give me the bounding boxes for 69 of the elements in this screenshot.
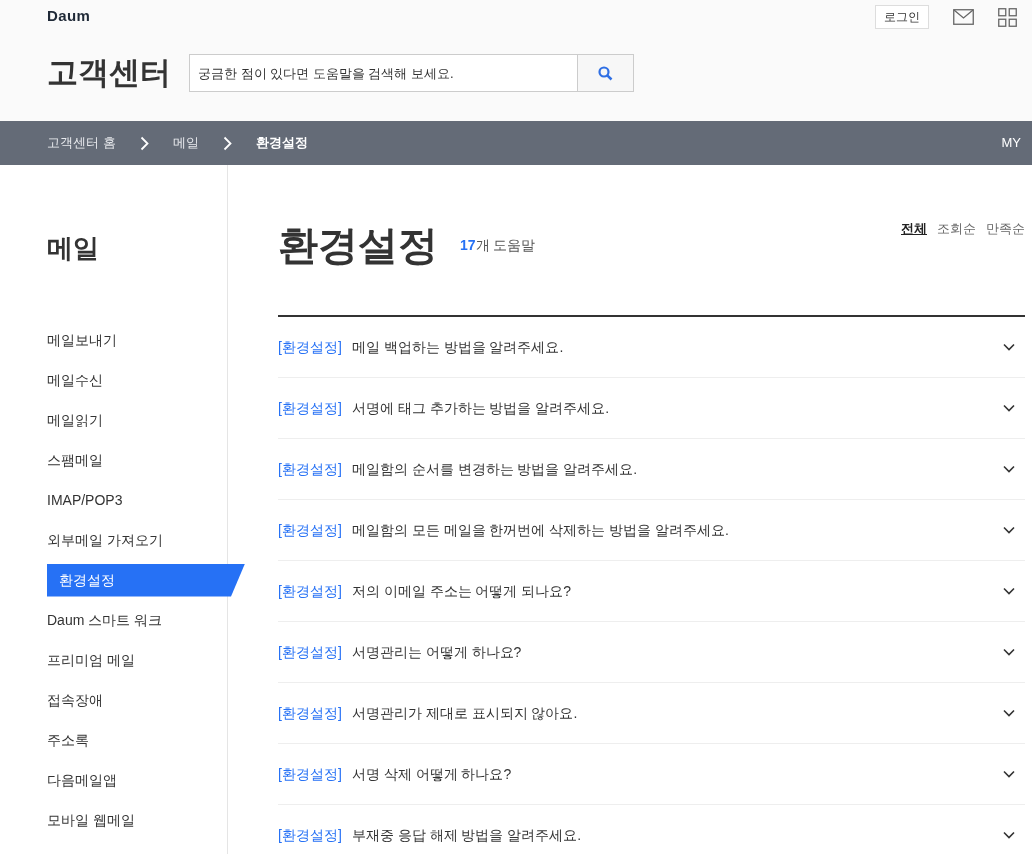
faq-question: 부재중 응답 해제 방법을 알려주세요.	[351, 825, 582, 845]
faq-row[interactable]: [환경설정] 메일 백업하는 방법을 알려주세요.	[278, 317, 1025, 378]
faq-question: 서명에 태그 추가하는 방법을 알려주세요.	[351, 398, 610, 418]
faq-question: 서명 삭제 어떻게 하나요?	[351, 764, 512, 784]
chevron-down-icon	[1003, 343, 1015, 351]
faq-row[interactable]: [환경설정] 저의 이메일 주소는 어떻게 되나요?	[278, 561, 1025, 622]
sidebar-item[interactable]: 메일읽기	[47, 400, 227, 440]
faq-category: [환경설정]	[278, 459, 342, 479]
sidebar-item[interactable]: 메일수신	[47, 360, 227, 400]
faq-category: [환경설정]	[278, 398, 342, 418]
chevron-down-icon	[1003, 831, 1015, 839]
sidebar-title: 메일	[47, 232, 100, 265]
faq-question: 서명관리는 어떻게 하나요?	[351, 642, 522, 662]
faq-category: [환경설정]	[278, 337, 342, 357]
chevron-down-icon	[1003, 709, 1015, 717]
faq-category: [환경설정]	[278, 581, 342, 601]
breadcrumb-link[interactable]: 고객센터 홈	[47, 133, 116, 153]
logo[interactable]: Daum	[47, 5, 91, 28]
sidebar-item[interactable]: 주소록	[47, 720, 227, 760]
faq-category: [환경설정]	[278, 825, 342, 845]
sidebar-item[interactable]: 접속장애	[47, 680, 227, 720]
sidebar-item[interactable]: 다음메일앱	[47, 760, 227, 800]
chevron-down-icon	[1003, 648, 1015, 656]
faq-question: 메일 백업하는 방법을 알려주세요.	[351, 337, 564, 357]
grid-menu-icon[interactable]	[998, 7, 1017, 27]
chevron-down-icon	[1003, 770, 1015, 778]
chevron-down-icon	[1003, 587, 1015, 595]
my-link[interactable]: MY	[1001, 133, 1021, 153]
sidebar-item[interactable]: 모바일 웹메일	[47, 800, 227, 840]
faq-category: [환경설정]	[278, 764, 342, 784]
page-title: 고객센터	[47, 54, 171, 92]
faq-category: [환경설정]	[278, 520, 342, 540]
chevron-right-icon	[222, 135, 232, 151]
faq-question: 저의 이메일 주소는 어떻게 되나요?	[351, 581, 572, 601]
faq-row[interactable]: [환경설정] 서명 삭제 어떻게 하나요?	[278, 744, 1025, 805]
faq-question: 메일함의 모든 메일을 한꺼번에 삭제하는 방법을 알려주세요.	[351, 520, 729, 540]
sort-option[interactable]: 만족순	[986, 219, 1025, 239]
faq-row[interactable]: [환경설정] 메일함의 순서를 변경하는 방법을 알려주세요.	[278, 439, 1025, 500]
faq-question: 메일함의 순서를 변경하는 방법을 알려주세요.	[351, 459, 638, 479]
sort-option[interactable]: 전체	[901, 219, 927, 239]
faq-category: [환경설정]	[278, 642, 342, 662]
chevron-down-icon	[1003, 526, 1015, 534]
section-title: 환경설정	[278, 225, 438, 265]
sort-option[interactable]: 조회순	[937, 219, 976, 239]
sidebar-item[interactable]: IMAP/POP3	[47, 480, 227, 520]
faq-row[interactable]: [환경설정] 메일함의 모든 메일을 한꺼번에 삭제하는 방법을 알려주세요.	[278, 500, 1025, 561]
faq-row[interactable]: [환경설정] 부재중 응답 해제 방법을 알려주세요.	[278, 805, 1025, 854]
faq-row[interactable]: [환경설정] 서명에 태그 추가하는 방법을 알려주세요.	[278, 378, 1025, 439]
faq-question: 서명관리가 제대로 표시되지 않아요.	[351, 703, 578, 723]
search-field[interactable]: 궁금한 점이 있다면 도움말을 검색해 보세요.	[189, 54, 578, 93]
sidebar-item[interactable]: 메일보내기	[47, 320, 227, 360]
sidebar-item[interactable]: Daum 스마트 워크	[47, 600, 227, 640]
chevron-down-icon	[1003, 465, 1015, 473]
breadcrumb-link[interactable]: 메일	[172, 133, 199, 153]
chevron-right-icon	[139, 135, 149, 151]
sidebar-item[interactable]: 프리미엄 메일	[47, 640, 227, 680]
faq-row[interactable]: [환경설정] 서명관리가 제대로 표시되지 않아요.	[278, 683, 1025, 744]
sidebar-item[interactable]: 스팸메일	[47, 440, 227, 480]
faq-row[interactable]: [환경설정] 서명관리는 어떻게 하나요?	[278, 622, 1025, 683]
search-icon	[598, 65, 613, 81]
faq-category: [환경설정]	[278, 703, 342, 723]
chevron-down-icon	[1003, 404, 1015, 412]
mail-icon[interactable]	[953, 9, 974, 25]
breadcrumb-link[interactable]: 환경설정	[255, 133, 308, 153]
help-count: 17개 도움말	[460, 235, 536, 255]
sidebar-item[interactable]: 외부메일 가져오기	[47, 520, 227, 560]
login-button[interactable]: 로그인	[875, 5, 929, 29]
sidebar-item[interactable]: 환경설정	[47, 563, 245, 597]
search-button[interactable]	[578, 54, 634, 93]
